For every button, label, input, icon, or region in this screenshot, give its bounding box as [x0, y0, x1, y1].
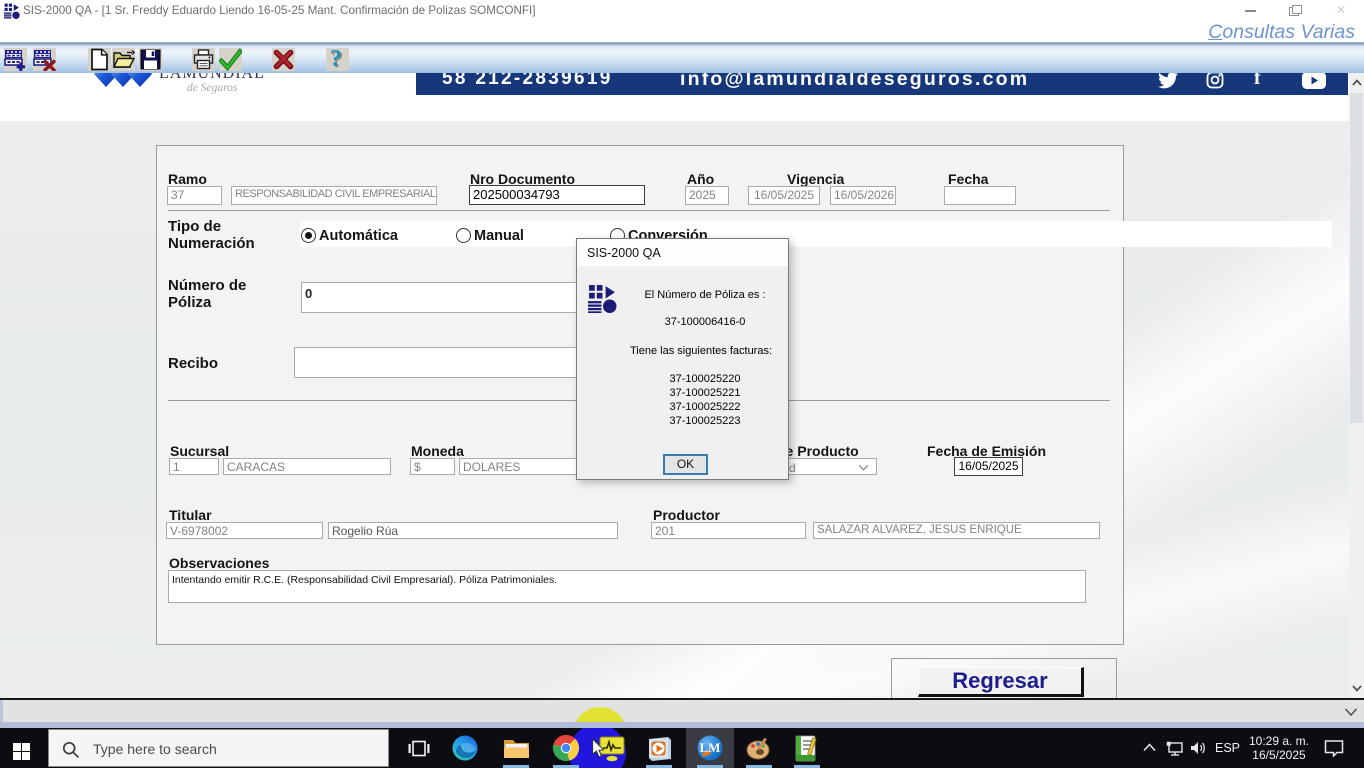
svg-text:LM: LM — [700, 740, 721, 755]
